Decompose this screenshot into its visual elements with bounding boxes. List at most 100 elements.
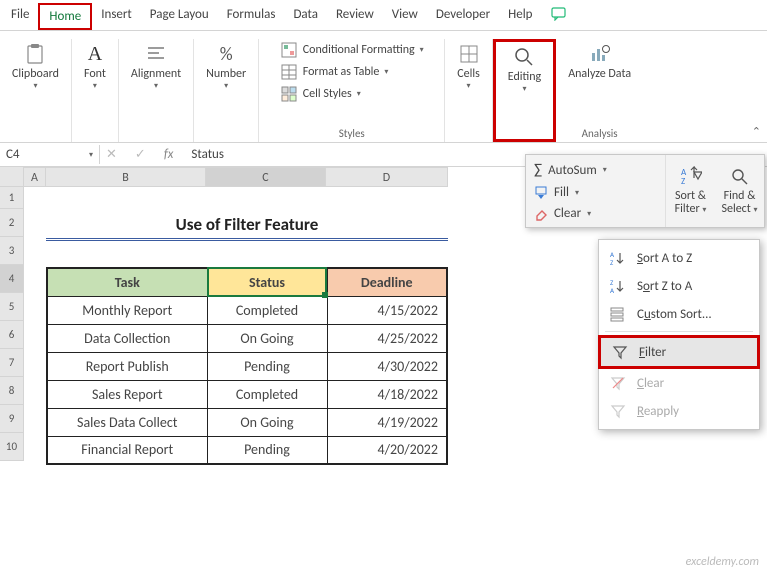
font-icon: A xyxy=(84,43,106,65)
group-number: % Number▾ xyxy=(194,39,259,142)
tab-insert[interactable]: Insert xyxy=(92,3,141,30)
cancel-icon[interactable]: ✕ xyxy=(106,147,117,162)
cell-styles-button[interactable]: Cell Styles ▾ xyxy=(280,85,424,103)
sigma-icon: ∑ xyxy=(534,161,542,179)
autosum-button[interactable]: ∑AutoSum ▾ xyxy=(534,161,657,179)
ribbon: Clipboard▾ A Font▾ Alignment▾ % Number▾ … xyxy=(0,31,767,143)
clear-button[interactable]: Clear ▾ xyxy=(534,206,657,221)
format-as-table-button[interactable]: Format as Table ▾ xyxy=(280,63,424,81)
tab-review[interactable]: Review xyxy=(327,3,383,30)
row-header[interactable]: 9 xyxy=(0,405,24,433)
name-box[interactable]: C4▾ xyxy=(0,145,100,164)
filter-item[interactable]: Filter xyxy=(598,335,760,369)
chevron-down-icon: ▾ xyxy=(89,150,93,160)
cell-styles-icon xyxy=(280,85,298,103)
clipboard-icon xyxy=(24,43,46,65)
row-headers: 1 2 3 4 5 6 7 8 9 10 xyxy=(0,187,24,461)
tab-formulas[interactable]: Formulas xyxy=(218,3,285,30)
separator xyxy=(605,331,753,332)
svg-text:Z: Z xyxy=(681,176,685,187)
table-row[interactable]: Report PublishPending4/30/2022 xyxy=(47,352,447,380)
table-row[interactable]: Financial ReportPending4/20/2022 xyxy=(47,436,447,464)
sheet-title: Use of Filter Feature xyxy=(46,211,448,241)
header-task[interactable]: Task xyxy=(47,268,207,296)
cond-fmt-icon xyxy=(280,41,298,59)
custom-sort[interactable]: Custom Sort... xyxy=(599,300,759,328)
table-row[interactable]: Sales ReportCompleted4/18/2022 xyxy=(47,380,447,408)
sort-a-to-z[interactable]: AZSort A to Z xyxy=(599,244,759,272)
header-deadline[interactable]: Deadline xyxy=(327,268,447,296)
row-header[interactable]: 4 xyxy=(0,265,24,293)
alignment-icon xyxy=(145,43,167,65)
group-clipboard: Clipboard▾ xyxy=(0,39,72,142)
row-header[interactable]: 1 xyxy=(0,187,24,209)
data-table: Task Status Deadline Monthly ReportCompl… xyxy=(46,267,448,465)
collapse-ribbon-icon[interactable]: ⌃ xyxy=(752,125,761,138)
table-row[interactable]: Sales Data CollectOn Going4/19/2022 xyxy=(47,408,447,436)
row-header[interactable]: 2 xyxy=(0,209,24,237)
reapply-icon xyxy=(609,402,627,420)
fill-down-icon xyxy=(534,186,548,200)
table-row[interactable]: Monthly ReportCompleted4/15/2022 xyxy=(47,296,447,324)
find-select-button[interactable]: Find & Select ▾ xyxy=(715,155,764,227)
percent-icon: % xyxy=(215,43,237,65)
formula-value[interactable]: Status xyxy=(191,147,224,162)
header-status[interactable]: Status xyxy=(207,268,327,296)
eraser-icon xyxy=(534,207,548,221)
group-alignment: Alignment▾ xyxy=(119,39,194,142)
find-icon xyxy=(729,166,751,188)
group-analysis: Analyze Data Analysis xyxy=(556,39,643,142)
row-header[interactable]: 6 xyxy=(0,321,24,349)
row-header[interactable]: 10 xyxy=(0,433,24,461)
sort-asc-icon: AZ xyxy=(609,249,627,267)
col-header-c[interactable]: C xyxy=(206,167,326,187)
clear-filter-icon xyxy=(609,374,627,392)
col-header-a[interactable]: A xyxy=(24,167,46,187)
col-header-d[interactable]: D xyxy=(326,167,448,187)
watermark: exceldemy.com xyxy=(686,555,759,569)
select-all-cell[interactable] xyxy=(0,167,24,187)
clear-filter: Clear xyxy=(599,369,759,397)
row-header[interactable]: 8 xyxy=(0,377,24,405)
row-header[interactable]: 3 xyxy=(0,237,24,265)
sort-z-to-a[interactable]: ZASort Z to A xyxy=(599,272,759,300)
number-button[interactable]: % Number▾ xyxy=(200,39,252,95)
table-row[interactable]: Data CollectionOn Going4/25/2022 xyxy=(47,324,447,352)
cells-button[interactable]: Cells▾ xyxy=(451,39,486,95)
fx-icon[interactable]: fx xyxy=(164,147,174,162)
reapply-filter: Reapply xyxy=(599,397,759,425)
tab-data[interactable]: Data xyxy=(284,3,327,30)
editing-button[interactable]: Editing▾ xyxy=(502,42,547,98)
font-button[interactable]: A Font▾ xyxy=(78,39,112,95)
filter-icon xyxy=(611,343,629,361)
comments-icon[interactable] xyxy=(542,3,576,30)
fill-button[interactable]: Fill ▾ xyxy=(534,185,657,200)
alignment-button[interactable]: Alignment▾ xyxy=(125,39,187,95)
group-editing: Editing▾ xyxy=(493,39,556,142)
search-icon xyxy=(513,46,535,68)
conditional-formatting-button[interactable]: Conditional Formatting ▾ xyxy=(280,41,424,59)
group-styles: Conditional Formatting ▾ Format as Table… xyxy=(259,39,445,142)
cells-icon xyxy=(458,43,480,65)
group-font: A Font▾ xyxy=(72,39,119,142)
row-header[interactable]: 7 xyxy=(0,349,24,377)
fmt-table-icon xyxy=(280,63,298,81)
tab-file[interactable]: File xyxy=(2,3,38,30)
sort-filter-button[interactable]: AZ Sort & Filter ▾ xyxy=(666,155,715,227)
analyze-data-button[interactable]: Analyze Data xyxy=(562,39,637,85)
col-header-b[interactable]: B xyxy=(46,167,206,187)
tab-page-layout[interactable]: Page Layou xyxy=(141,3,218,30)
sort-desc-icon: ZA xyxy=(609,277,627,295)
tab-view[interactable]: View xyxy=(383,3,427,30)
row-header[interactable]: 5 xyxy=(0,293,24,321)
clipboard-button[interactable]: Clipboard▾ xyxy=(6,39,65,95)
sort-filter-menu: AZSort A to Z ZASort Z to A Custom Sort.… xyxy=(598,239,760,430)
analyze-icon xyxy=(589,43,611,65)
enter-icon[interactable]: ✓ xyxy=(135,147,146,162)
custom-sort-icon xyxy=(609,305,627,323)
editing-dropdown: ∑AutoSum ▾ Fill ▾ Clear ▾ AZ Sort & Filt… xyxy=(525,154,765,228)
tab-home[interactable]: Home xyxy=(38,3,92,30)
tab-help[interactable]: Help xyxy=(499,3,541,30)
sort-filter-icon: AZ xyxy=(680,166,702,188)
tab-developer[interactable]: Developer xyxy=(427,3,499,30)
